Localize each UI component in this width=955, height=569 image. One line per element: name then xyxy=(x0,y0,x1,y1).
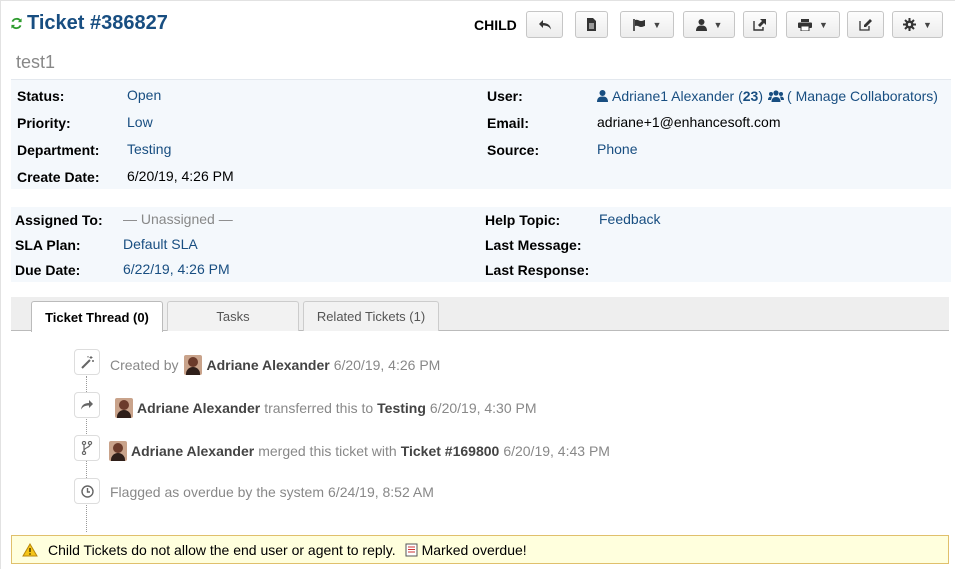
due-date-label: Due Date: xyxy=(15,262,81,278)
create-date-value: 6/20/19, 4:26 PM xyxy=(127,168,234,184)
sla-plan-value[interactable]: Default SLA xyxy=(123,236,198,252)
edit-icon xyxy=(858,19,872,31)
chevron-down-icon: ▼ xyxy=(713,19,723,30)
help-topic-label: Help Topic: xyxy=(485,212,561,228)
event-action: merged this ticket with xyxy=(258,443,397,459)
flag-dropdown-button[interactable]: ▼ xyxy=(620,11,674,38)
assigned-to-label: Assigned To: xyxy=(15,212,103,228)
status-value[interactable]: Open xyxy=(127,87,161,103)
assigned-to-value[interactable]: — Unassigned — xyxy=(123,211,233,227)
user-label: User: xyxy=(487,88,523,104)
user-name: Adriane1 Alexander ( xyxy=(612,88,743,104)
event-action: transferred this to xyxy=(264,400,374,416)
chevron-down-icon: ▼ xyxy=(923,19,932,30)
event-target: Testing xyxy=(377,400,426,416)
event-time: 6/24/19, 8:52 AM xyxy=(328,484,434,500)
print-icon xyxy=(798,18,813,31)
code-fork-icon xyxy=(74,435,100,461)
users-icon xyxy=(768,90,785,102)
edit-button[interactable] xyxy=(847,11,884,38)
avatar xyxy=(109,441,127,461)
event-text: Flagged as overdue by the system xyxy=(110,484,325,500)
status-label: Status: xyxy=(17,88,65,104)
magic-wand-icon xyxy=(74,349,100,375)
event-time: 6/20/19, 4:26 PM xyxy=(333,357,441,373)
child-label: CHILD xyxy=(474,17,517,33)
pdf-button[interactable] xyxy=(575,11,608,38)
print-dropdown-button[interactable]: ▼ xyxy=(786,11,840,38)
ticket-info-panel: Status: Open Priority: Low Department: T… xyxy=(11,79,951,189)
help-topic-value[interactable]: Feedback xyxy=(599,211,660,227)
create-date-label: Create Date: xyxy=(17,169,100,185)
email-value: adriane+1@enhancesoft.com xyxy=(597,114,781,130)
share-icon xyxy=(74,392,100,418)
settings-dropdown-button[interactable]: ▼ xyxy=(892,11,943,38)
assign-dropdown-button[interactable]: ▼ xyxy=(683,11,735,38)
frame-top-border xyxy=(0,0,955,1)
overdue-text: Marked overdue! xyxy=(421,541,527,558)
assignment-panel: Assigned To: — Unassigned — SLA Plan: De… xyxy=(11,207,951,282)
back-button[interactable] xyxy=(526,11,563,38)
tab-tasks[interactable]: Tasks xyxy=(167,301,299,331)
warning-notice: Child Tickets do not allow the end user … xyxy=(11,535,949,564)
department-label: Department: xyxy=(17,142,100,158)
warning-icon xyxy=(22,542,38,556)
user-value[interactable]: Adriane1 Alexander (23) ( Manage Collabo… xyxy=(597,88,938,104)
priority-label: Priority: xyxy=(17,115,71,131)
tab-ticket-thread[interactable]: Ticket Thread (0) xyxy=(31,301,163,332)
due-date-value[interactable]: 6/22/19, 4:26 PM xyxy=(123,261,230,277)
frame-left-border xyxy=(0,0,1,569)
thread-event-transferred: Adriane Alexander transferred this to Te… xyxy=(115,398,537,418)
pdf-icon xyxy=(587,18,596,31)
ticket-count: 23 xyxy=(742,88,759,104)
sla-plan-label: SLA Plan: xyxy=(15,237,81,253)
chevron-down-icon: ▼ xyxy=(652,19,662,30)
chevron-down-icon: ▼ xyxy=(819,19,828,30)
thread-event-merged: Adriane Alexander merged this ticket wit… xyxy=(109,441,610,461)
event-prefix: Created by xyxy=(110,357,179,373)
department-value[interactable]: Testing xyxy=(127,141,171,157)
user-icon xyxy=(597,90,608,102)
user-close: ) xyxy=(758,88,764,104)
event-target[interactable]: Ticket #169800 xyxy=(401,443,500,459)
source-label: Source: xyxy=(487,142,540,158)
clock-icon xyxy=(74,478,100,504)
user-icon xyxy=(695,18,707,31)
event-time: 6/20/19, 4:30 PM xyxy=(429,400,537,416)
manage-collaborators-link[interactable]: ( Manage Collaborators) xyxy=(787,88,938,104)
ticket-toolbar: CHILD ▼ ▼ ▼ ▼ xyxy=(0,11,955,39)
ticket-tabs: Ticket Thread (0) Tasks Related Tickets … xyxy=(11,297,949,332)
notice-text: Child Tickets do not allow the end user … xyxy=(48,541,396,558)
event-user: Adriane Alexander xyxy=(206,357,330,373)
avatar xyxy=(115,398,133,418)
back-icon xyxy=(538,19,551,29)
flag-icon xyxy=(632,18,645,31)
event-time: 6/20/19, 4:43 PM xyxy=(503,443,610,459)
gear-icon xyxy=(903,18,917,31)
last-message-label: Last Message: xyxy=(485,237,582,253)
avatar xyxy=(184,355,203,375)
transfer-button[interactable] xyxy=(743,11,777,38)
tab-related-tickets[interactable]: Related Tickets (1) xyxy=(303,301,439,331)
last-response-label: Last Response: xyxy=(485,262,590,278)
thread-event-created: Created by Adriane Alexander 6/20/19, 4:… xyxy=(110,355,440,375)
ticket-subject: test1 xyxy=(16,52,56,72)
event-user: Adriane Alexander xyxy=(131,443,255,459)
thread-event-overdue: Flagged as overdue by the system 6/24/19… xyxy=(110,484,434,500)
email-label: Email: xyxy=(487,115,530,131)
source-value[interactable]: Phone xyxy=(597,141,637,157)
transfer-icon xyxy=(753,19,766,31)
event-user: Adriane Alexander xyxy=(137,400,261,416)
priority-value[interactable]: Low xyxy=(127,114,153,130)
overdue-note-icon xyxy=(405,543,418,556)
